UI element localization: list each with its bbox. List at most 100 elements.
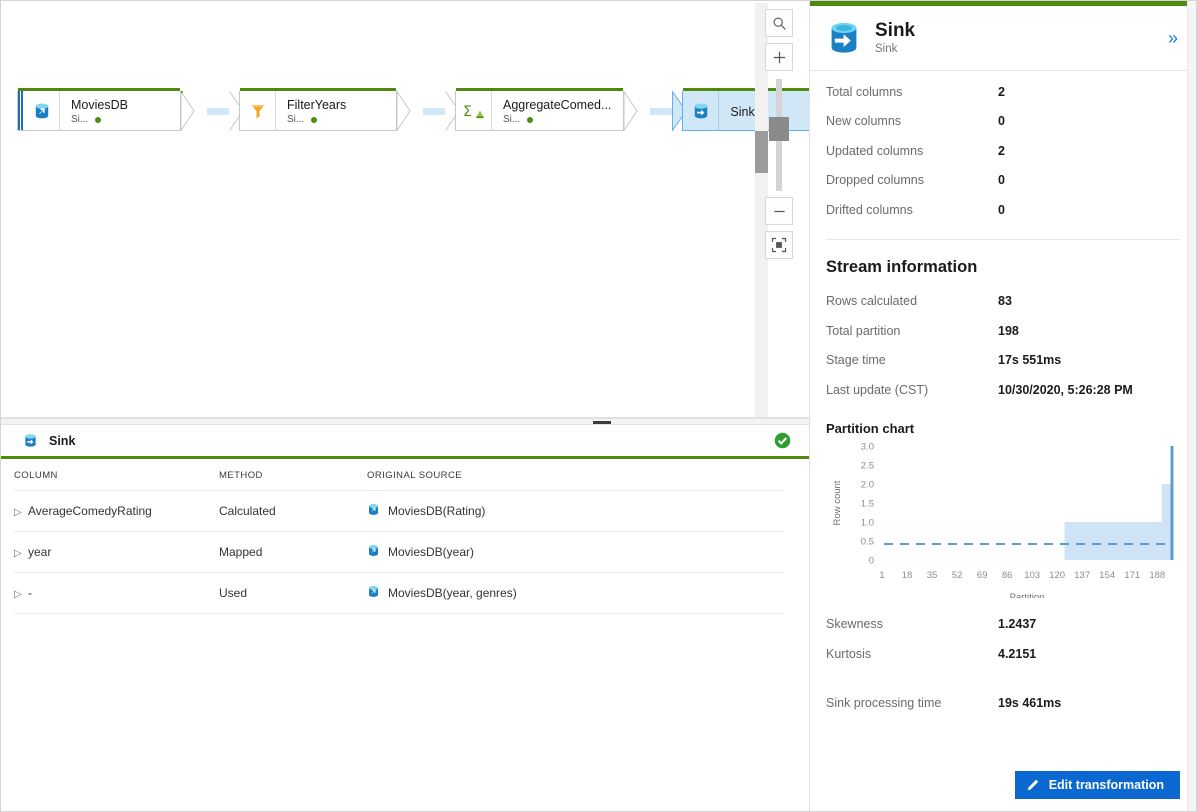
- zoom-out-icon[interactable]: [765, 197, 793, 225]
- graph-node-moviesdb[interactable]: MoviesDB Si...: [17, 88, 207, 131]
- expand-triangle-icon[interactable]: ▷: [14, 589, 28, 600]
- panel-body: Total columns 2 New columns 0 Updated co…: [810, 71, 1196, 771]
- node-title: MoviesDB: [71, 98, 128, 112]
- svg-text:35: 35: [927, 570, 938, 581]
- search-icon[interactable]: [765, 9, 793, 37]
- expand-triangle-icon[interactable]: ▷: [14, 507, 28, 518]
- cell-method: Calculated: [219, 490, 367, 532]
- cell-source: MoviesDB(year, genres): [367, 572, 784, 614]
- stat-label: Dropped columns: [826, 173, 924, 188]
- stat-total-columns: Total columns 2: [826, 77, 1180, 107]
- edit-transformation-button[interactable]: Edit transformation: [1014, 771, 1180, 799]
- svg-text:171: 171: [1124, 570, 1140, 581]
- zoom-slider[interactable]: [769, 79, 789, 191]
- expand-triangle-icon[interactable]: ▷: [14, 548, 28, 559]
- node-status-dot-icon: [311, 116, 318, 123]
- cell-method: Mapped: [219, 531, 367, 573]
- node-text: FilterYears Si...: [276, 91, 396, 130]
- node-chevron-icon: [624, 91, 650, 131]
- stat-value: 83: [998, 294, 1012, 309]
- panel-title: Sink: [875, 19, 916, 41]
- stat-value: 0: [998, 202, 1005, 217]
- divider: [826, 238, 1180, 240]
- zoom-slider-handle[interactable]: [769, 117, 789, 141]
- table-row[interactable]: ▷ - Used MoviesDB(year, genres): [14, 572, 784, 614]
- zoom-in-icon[interactable]: [765, 43, 793, 71]
- table-row[interactable]: ▷ AverageComedyRating Calculated MoviesD…: [14, 490, 784, 532]
- node-chevron-icon: [181, 91, 207, 131]
- stat-label: Sink processing time: [826, 696, 942, 711]
- stat-kurtosis: Kurtosis 4.2151: [826, 639, 1180, 669]
- node-subtitle: Si...: [503, 113, 611, 126]
- svg-text:137: 137: [1074, 570, 1090, 581]
- node-status-dot-icon: [95, 116, 102, 123]
- cell-source-text: MoviesDB(Rating): [388, 504, 486, 518]
- connector-3: [650, 91, 673, 131]
- partition-chart-heading: Partition chart: [826, 420, 915, 436]
- pane-splitter[interactable]: [1, 418, 809, 425]
- cell-method: Used: [219, 572, 367, 614]
- filter-icon: [240, 91, 276, 130]
- stat-rows-calculated: Rows calculated 83: [826, 287, 1180, 317]
- stat-value: 2: [998, 84, 1005, 99]
- dataflow-canvas[interactable]: MoviesDB Si... FilterYears Si... Σ Aggre…: [1, 1, 809, 418]
- stat-label: Kurtosis: [826, 646, 872, 661]
- node-box[interactable]: Σ AggregateComed... Si...: [455, 88, 625, 131]
- left-pane: MoviesDB Si... FilterYears Si... Σ Aggre…: [1, 1, 809, 811]
- stat-value: 10/30/2020, 5:26:28 PM: [998, 382, 1133, 397]
- svg-text:52: 52: [952, 570, 963, 581]
- graph-node-aggregatecomedyratings[interactable]: Σ AggregateComed... Si...: [445, 88, 650, 131]
- table-header-row: COLUMN METHOD ORIGINAL SOURCE: [14, 459, 784, 491]
- node-subtitle-text: Si...: [71, 114, 89, 125]
- svg-text:Row count: Row count: [832, 480, 843, 525]
- sink-database-icon: [826, 20, 862, 56]
- node-box[interactable]: FilterYears Si...: [239, 88, 397, 131]
- inspect-title: Sink: [49, 433, 76, 448]
- stat-label: Drifted columns: [826, 202, 913, 217]
- cell-column: ▷ year: [14, 531, 219, 573]
- aggregate-icon: Σ: [456, 91, 492, 130]
- node-chevron-icon: [397, 91, 423, 131]
- stat-label: Updated columns: [826, 143, 924, 158]
- node-subtitle-text: Si...: [287, 114, 305, 125]
- column-header-original-source: ORIGINAL SOURCE: [367, 459, 784, 491]
- fit-to-screen-icon[interactable]: [765, 231, 793, 259]
- stat-label: Rows calculated: [826, 294, 918, 309]
- svg-text:18: 18: [902, 570, 913, 581]
- connector-2: [423, 91, 445, 131]
- details-panel: Sink Sink » Total columns 2 New columns …: [809, 1, 1196, 811]
- svg-text:Σ: Σ: [463, 104, 472, 120]
- node-subtitle-text: Si...: [503, 114, 521, 125]
- stat-dropped-columns: Dropped columns 0: [826, 166, 1180, 196]
- svg-text:0.5: 0.5: [861, 536, 874, 547]
- table-row[interactable]: ▷ year Mapped MoviesDB(year): [14, 531, 784, 573]
- svg-text:1.5: 1.5: [861, 498, 874, 509]
- inspect-header: Sink: [1, 425, 809, 459]
- sink-database-icon: [683, 91, 720, 130]
- cell-column-text: -: [28, 586, 32, 600]
- panel-header: Sink Sink »: [810, 6, 1196, 71]
- node-box[interactable]: MoviesDB Si...: [17, 88, 181, 131]
- green-check-icon: [774, 432, 791, 449]
- stat-label: Skewness: [826, 617, 883, 632]
- cell-source-text: MoviesDB(year): [388, 545, 475, 559]
- cell-source: MoviesDB(Rating): [367, 490, 784, 532]
- stat-value: 2: [998, 143, 1005, 158]
- column-header-column: COLUMN: [14, 459, 219, 491]
- cell-source: MoviesDB(year): [367, 531, 784, 573]
- panel-scrollbar[interactable]: [1187, 1, 1196, 811]
- stat-updated-columns: Updated columns 2: [826, 136, 1180, 166]
- stat-value: 1.2437: [998, 617, 1037, 632]
- node-title: AggregateComed...: [503, 98, 612, 112]
- stat-label: New columns: [826, 114, 902, 129]
- node-text: AggregateComed... Si...: [492, 91, 623, 130]
- double-chevron-right-icon[interactable]: »: [1166, 29, 1180, 47]
- stat-value: 198: [998, 323, 1019, 338]
- splitter-grip[interactable]: [593, 421, 611, 424]
- graph-node-filteryears[interactable]: FilterYears Si...: [229, 88, 423, 131]
- stat-total-partition: Total partition 198: [826, 316, 1180, 346]
- svg-text:0: 0: [869, 555, 874, 566]
- stat-label: Total partition: [826, 323, 901, 338]
- partition-chart: 0 0.5 1.0 1.5 2.0 2.5 3.0 Row count 1 18 35 52 69 86 1…: [824, 438, 1179, 598]
- stat-value: 19s 461ms: [998, 696, 1062, 711]
